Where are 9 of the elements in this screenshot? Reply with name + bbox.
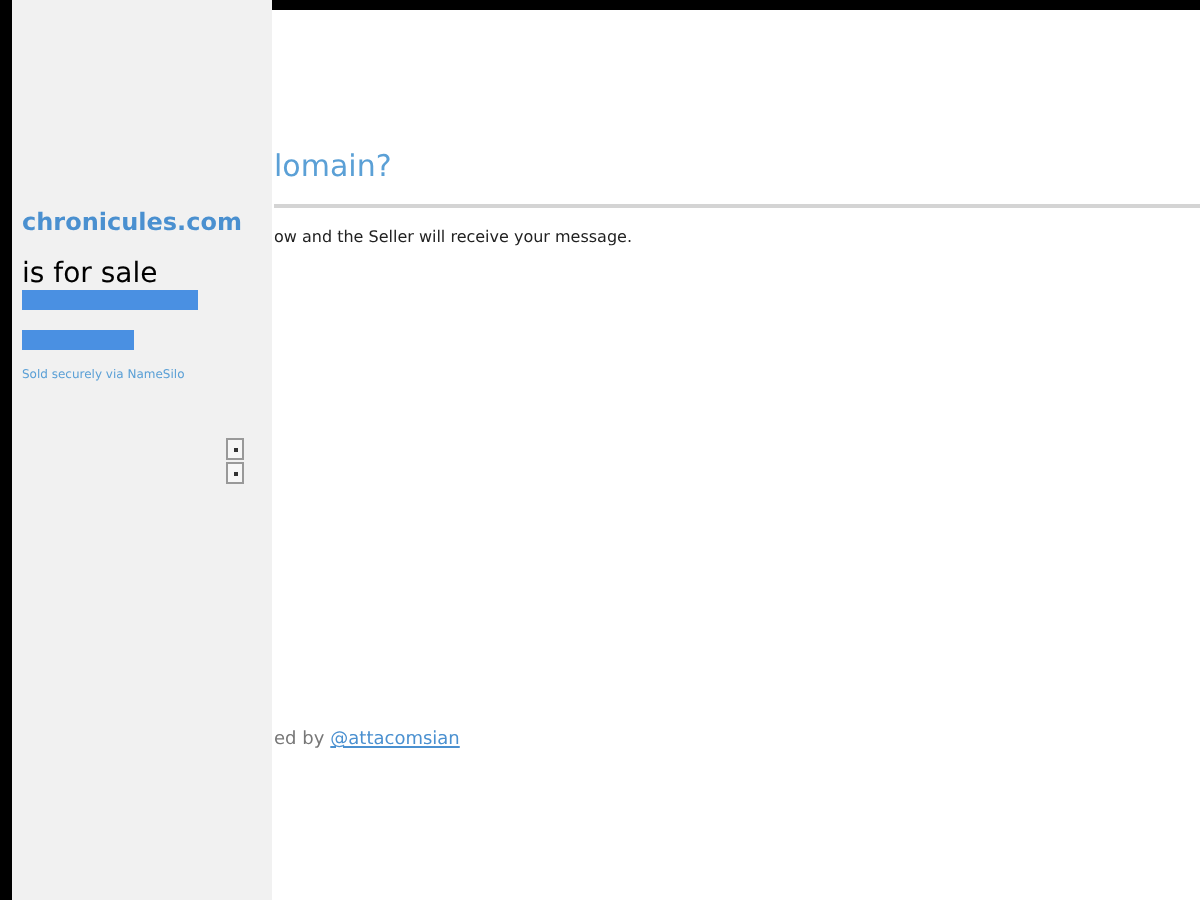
small-button[interactable] xyxy=(226,438,244,460)
heading: lomain? xyxy=(274,146,394,188)
message-text: ow and the Seller will receive your message. xyxy=(274,228,635,246)
small-button[interactable] xyxy=(226,462,244,484)
footer-text: ed by xyxy=(274,730,325,750)
sale-heading: is for sale xyxy=(22,256,160,292)
domain-name: chronicules.com xyxy=(22,208,244,236)
highlight-bar xyxy=(22,330,134,350)
author-link[interactable]: @attacomsian xyxy=(330,730,460,750)
